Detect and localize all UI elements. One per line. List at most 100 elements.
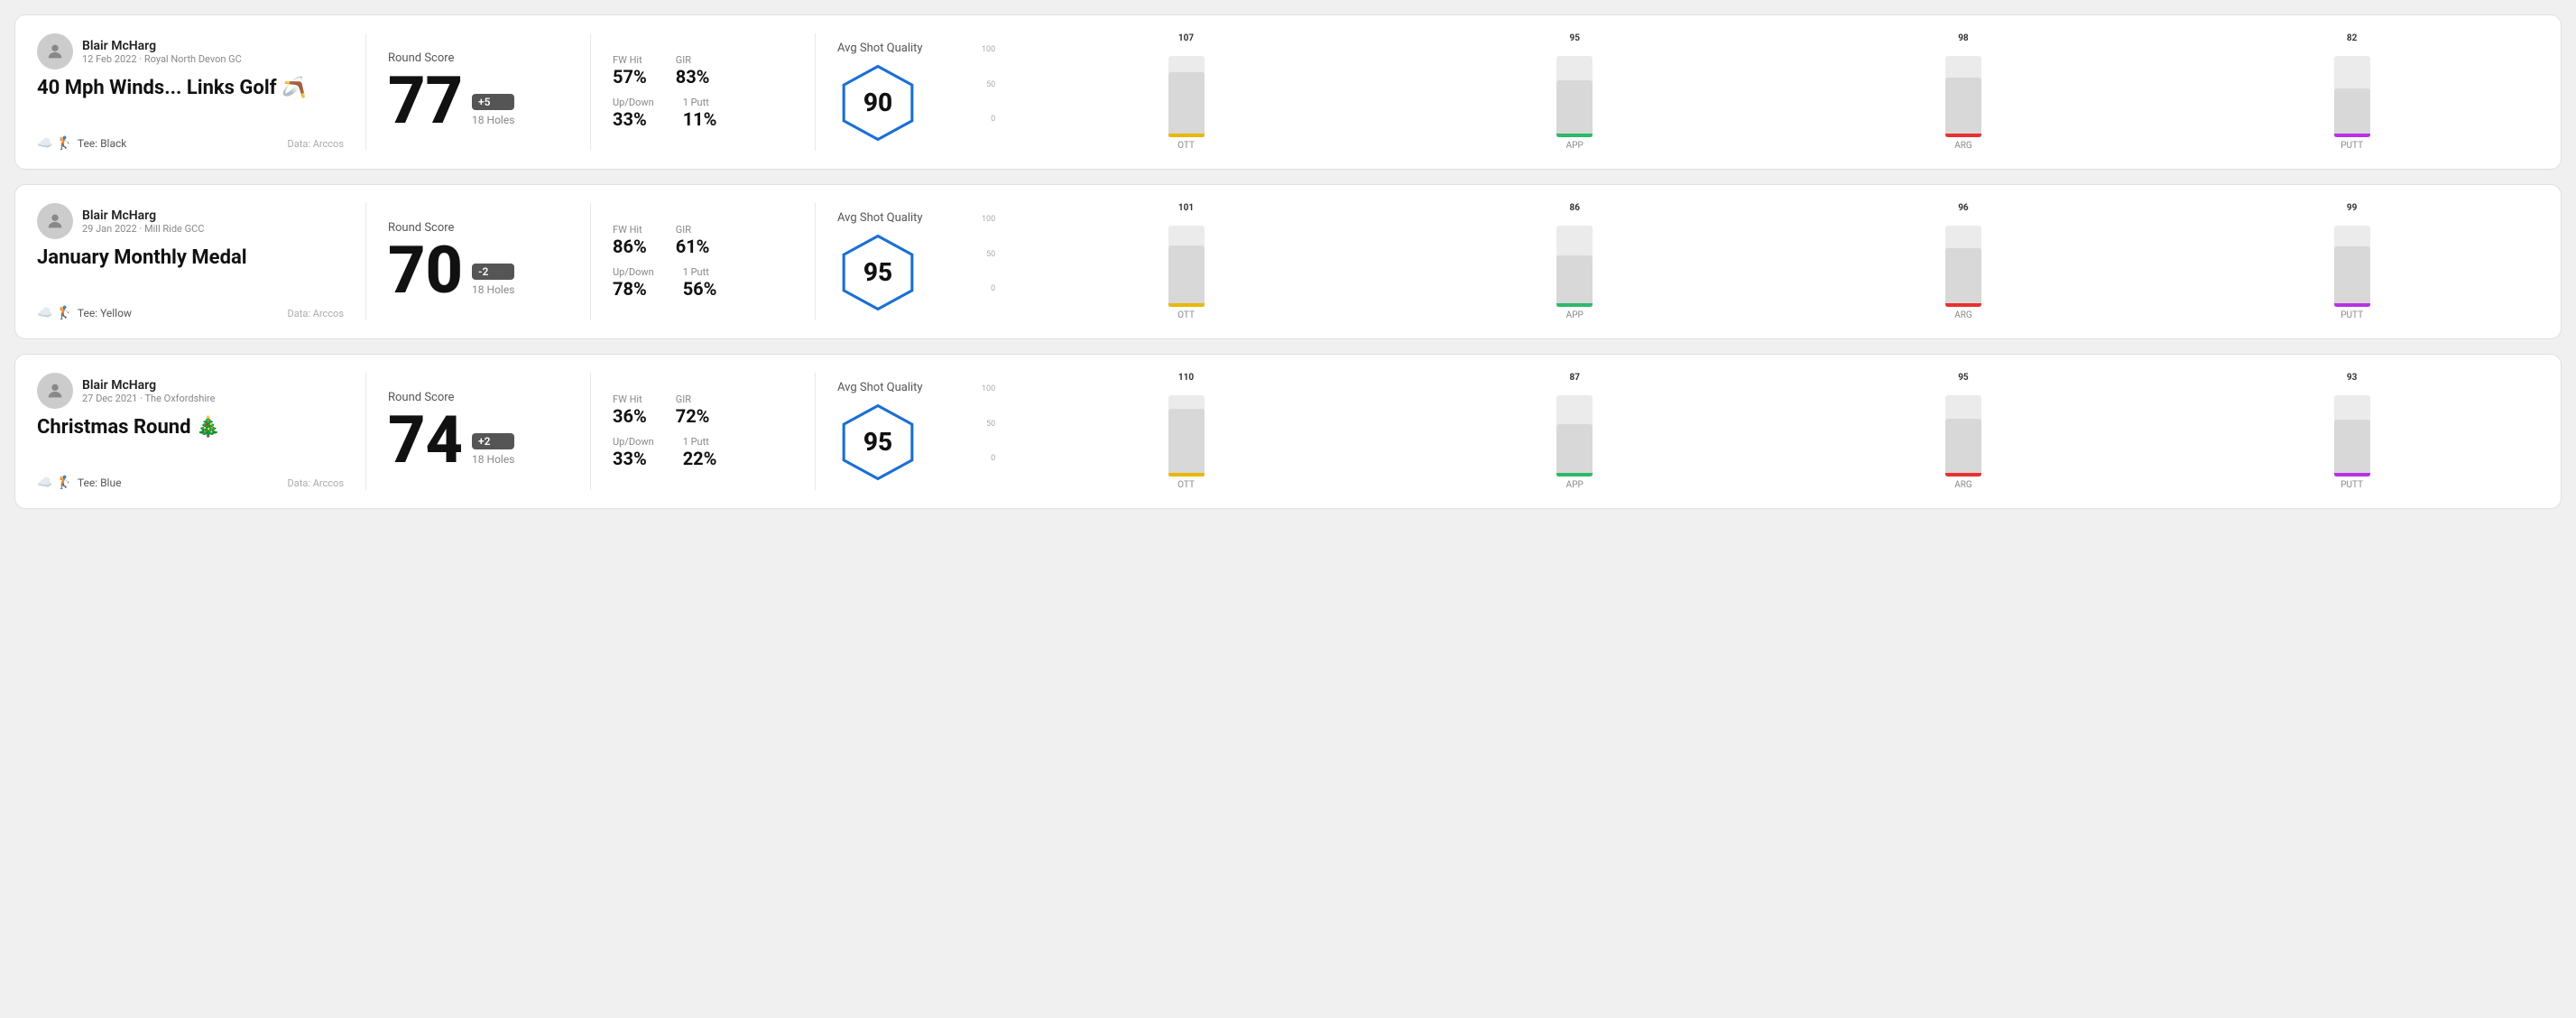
x-label-ott: OTT (999, 141, 1373, 151)
bar-value-putt: 99 (2347, 203, 2357, 213)
score-badge-area: -2 18 Holes (472, 264, 514, 303)
bar-fill-bg-arg (1945, 419, 1981, 477)
divider-3 (815, 33, 816, 151)
bar-value-app: 86 (1569, 203, 1579, 213)
score-diff-badge: +2 (472, 433, 514, 449)
bar-group-arg: 98 (1777, 33, 2151, 137)
weather-icon: ☁️ (37, 476, 52, 490)
x-label-ott: OTT (999, 310, 1373, 320)
avatar (37, 203, 73, 239)
bar-bg-putt (2334, 56, 2370, 137)
bag-icon: 🏌️ (56, 476, 71, 490)
bar-fill-bg-ott (1168, 409, 1205, 477)
bar-value-app: 95 (1569, 33, 1579, 43)
gir-stat: GIR 72% (676, 393, 710, 427)
one-putt-label: 1 Putt (683, 266, 717, 278)
up-down-stat: Up/Down 33% (613, 436, 654, 469)
stats-section: FW Hit 57% GIR 83% Up/Down 33% 1 Putt 11… (613, 33, 793, 151)
gir-stat: GIR 83% (676, 54, 710, 88)
round-card-round3: Blair McHarg 27 Dec 2021 · The Oxfordshi… (14, 354, 2562, 509)
bar-fill-color-arg (1945, 134, 1981, 137)
quality-score: 90 (863, 88, 892, 117)
y-label-100: 100 (982, 385, 995, 393)
one-putt-value: 56% (683, 278, 717, 300)
score-section: Round Score 74 +2 18 Holes (388, 373, 568, 490)
one-putt-value: 11% (683, 108, 717, 130)
bar-fill-color-putt (2334, 303, 2370, 307)
bar-fill-bg-app (1556, 255, 1593, 307)
quality-score: 95 (863, 427, 892, 457)
bar-fill-bg-ott (1168, 245, 1205, 307)
chart-wrapper: 100 50 0 107 95 98 82 (982, 33, 2539, 151)
round-title: 40 Mph Winds... Links Golf 🪃 (37, 77, 344, 99)
one-putt-value: 22% (683, 448, 717, 469)
bar-value-putt: 82 (2347, 33, 2357, 43)
quality-label: Avg Shot Quality (837, 211, 923, 225)
bar-bg-ott (1168, 226, 1205, 307)
y-label-50: 50 (986, 81, 995, 89)
tee-row: ☁️ 🏌️ Tee: Black Data: Arccos (37, 136, 344, 151)
bar-group-app: 87 (1388, 373, 1762, 477)
fw-hit-stat: FW Hit 57% (613, 54, 647, 88)
bar-fill-bg-app (1556, 424, 1593, 477)
bar-bg-putt (2334, 226, 2370, 307)
chart-wrapper: 100 50 0 101 86 96 99 (982, 203, 2539, 320)
stats-row-2: Up/Down 78% 1 Putt 56% (613, 266, 793, 300)
gir-label: GIR (676, 54, 710, 66)
tee-label: Tee: Blue (78, 477, 122, 489)
left-section: Blair McHarg 29 Jan 2022 · Mill Ride GCC… (37, 203, 344, 320)
person-icon (45, 42, 65, 61)
bar-bg-arg (1945, 226, 1981, 307)
tee-icons: ☁️ 🏌️ (37, 476, 72, 490)
gir-value: 61% (676, 236, 710, 257)
quality-score: 95 (863, 257, 892, 287)
y-label-50: 50 (986, 251, 995, 259)
user-info: Blair McHarg 12 Feb 2022 · Royal North D… (37, 33, 344, 69)
bar-fill-bg-putt (2334, 88, 2370, 137)
x-labels: OTTAPPARGPUTT (999, 480, 2539, 490)
bar-group-ott: 110 (999, 373, 1373, 477)
fw-hit-value: 86% (613, 236, 647, 257)
bars-row: 110 87 95 93 (999, 373, 2539, 477)
fw-hit-stat: FW Hit 86% (613, 224, 647, 257)
bars-container: 107 95 98 82 OTTAPPARGPUTT (999, 33, 2539, 151)
bar-fill-color-putt (2334, 473, 2370, 477)
tee-label: Tee: Yellow (78, 307, 132, 319)
user-name: Blair McHarg (82, 208, 204, 223)
bar-bg-arg (1945, 56, 1981, 137)
data-source: Data: Arccos (288, 138, 344, 150)
y-label-0: 0 (991, 116, 995, 124)
stats-row-1: FW Hit 57% GIR 83% (613, 54, 793, 88)
x-label-putt: PUTT (2165, 310, 2539, 320)
gir-label: GIR (676, 224, 710, 236)
tee-icons: ☁️ 🏌️ (37, 306, 72, 320)
stats-row-1: FW Hit 86% GIR 61% (613, 224, 793, 257)
data-source: Data: Arccos (288, 477, 344, 489)
bar-group-putt: 82 (2165, 33, 2539, 137)
user-name: Blair McHarg (82, 39, 242, 53)
bars-row: 101 86 96 99 (999, 203, 2539, 307)
bar-fill-color-app (1556, 473, 1593, 477)
chart-section: 100 50 0 107 95 98 82 (982, 33, 2539, 151)
stats-row-1: FW Hit 36% GIR 72% (613, 393, 793, 427)
gir-stat: GIR 61% (676, 224, 710, 257)
quality-section: Avg Shot Quality 95 (837, 373, 982, 490)
person-icon (45, 381, 65, 401)
quality-section: Avg Shot Quality 90 (837, 33, 982, 151)
up-down-value: 33% (613, 448, 654, 469)
hexagon-container: 95 (837, 232, 919, 313)
bar-group-arg: 95 (1777, 373, 2151, 477)
bars-row: 107 95 98 82 (999, 33, 2539, 137)
up-down-value: 33% (613, 108, 654, 130)
round-title: Christmas Round 🎄 (37, 416, 344, 439)
y-label-100: 100 (982, 216, 995, 224)
stats-row-2: Up/Down 33% 1 Putt 11% (613, 97, 793, 130)
user-meta: 29 Jan 2022 · Mill Ride GCC (82, 223, 204, 235)
fw-hit-label: FW Hit (613, 393, 647, 405)
user-meta: 27 Dec 2021 · The Oxfordshire (82, 393, 215, 404)
chart-section: 100 50 0 110 87 95 93 (982, 373, 2539, 490)
avatar (37, 373, 73, 409)
score-number: 77 (388, 69, 463, 134)
y-axis: 100 50 0 (982, 33, 995, 124)
gir-value: 83% (676, 66, 710, 88)
